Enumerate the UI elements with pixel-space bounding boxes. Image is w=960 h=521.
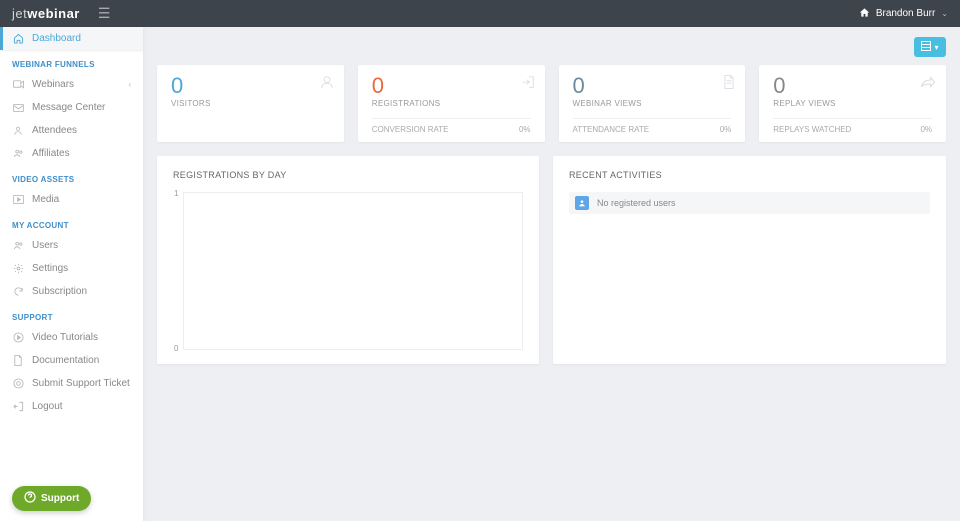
stat-value: 0 (372, 75, 531, 97)
sidebar-label: Affiliates (32, 148, 70, 159)
brand-logo: jetwebinar (12, 6, 80, 21)
sidebar: Dashboard WEBINAR FUNNELS Webinars ‹ Mes… (0, 27, 143, 521)
sidebar-item-affiliates[interactable]: Affiliates (0, 142, 143, 165)
stat-webinar-views: 0 WEBINAR VIEWS ATTENDANCE RATE 0% (559, 65, 746, 142)
stat-sub-value: 0% (720, 125, 732, 134)
gear-icon (12, 263, 24, 274)
activity-empty-row: No registered users (569, 192, 930, 214)
envelope-icon (12, 104, 24, 112)
stat-replay-views: 0 REPLAY VIEWS REPLAYS WATCHED 0% (759, 65, 946, 142)
sidebar-item-webinars[interactable]: Webinars ‹ (0, 73, 143, 96)
brand-thin: jet (12, 6, 27, 21)
sidebar-section-account: MY ACCOUNT (0, 211, 143, 234)
sidebar-item-subscription[interactable]: Subscription (0, 280, 143, 303)
sidebar-section-assets: VIDEO ASSETS (0, 165, 143, 188)
sidebar-item-attendees[interactable]: Attendees (0, 119, 143, 142)
toolbar: ▾ (157, 37, 946, 57)
sidebar-item-message-center[interactable]: Message Center (0, 96, 143, 119)
sidebar-label: Attendees (32, 125, 77, 136)
stat-label: VISITORS (171, 99, 330, 108)
sidebar-label: Media (32, 194, 59, 205)
main-content: ▾ 0 VISITORS 0 REGISTRATIONS CONVERSION … (143, 27, 960, 521)
sidebar-label: Subscription (32, 286, 87, 297)
users-icon (12, 148, 24, 159)
stat-sub-value: 0% (920, 125, 932, 134)
chart-y-min: 0 (174, 344, 178, 353)
video-icon (12, 80, 24, 89)
panels-row: REGISTRATIONS BY DAY 1 0 RECENT ACTIVITI… (157, 156, 946, 364)
logout-icon (12, 401, 24, 412)
sidebar-item-documentation[interactable]: Documentation (0, 349, 143, 372)
sidebar-label: Submit Support Ticket (32, 378, 130, 389)
sidebar-label: Video Tutorials (32, 332, 98, 343)
stat-sub-label: CONVERSION RATE (372, 125, 449, 134)
panel-title: REGISTRATIONS BY DAY (173, 170, 523, 180)
sidebar-item-media[interactable]: Media (0, 188, 143, 211)
sidebar-item-video-tutorials[interactable]: Video Tutorials (0, 326, 143, 349)
chart-y-max: 1 (174, 189, 178, 198)
sidebar-label: Message Center (32, 102, 105, 113)
sidebar-item-users[interactable]: Users (0, 234, 143, 257)
support-label: Support (41, 493, 79, 504)
login-icon (521, 75, 535, 94)
stat-registrations: 0 REGISTRATIONS CONVERSION RATE 0% (358, 65, 545, 142)
stat-visitors: 0 VISITORS (157, 65, 344, 142)
sidebar-item-settings[interactable]: Settings (0, 257, 143, 280)
user-icon (12, 125, 24, 136)
sidebar-item-logout[interactable]: Logout (0, 395, 143, 418)
topbar: jetwebinar ☰ Brandon Burr ⌄ (0, 0, 960, 27)
user-menu[interactable]: Brandon Burr ⌄ (859, 7, 948, 21)
sidebar-section-funnels: WEBINAR FUNNELS (0, 50, 143, 73)
stat-sub-value: 0% (519, 125, 531, 134)
stat-label: WEBINAR VIEWS (573, 99, 732, 108)
sidebar-item-submit-ticket[interactable]: Submit Support Ticket (0, 372, 143, 395)
document-icon (723, 75, 735, 94)
stat-sub-label: REPLAYS WATCHED (773, 125, 851, 134)
play-circle-icon (12, 332, 24, 343)
stats-row: 0 VISITORS 0 REGISTRATIONS CONVERSION RA… (157, 65, 946, 142)
stat-sub-label: ATTENDANCE RATE (573, 125, 650, 134)
sidebar-item-dashboard[interactable]: Dashboard (0, 27, 143, 50)
sidebar-label: Documentation (32, 355, 99, 366)
user-name: Brandon Burr (876, 8, 935, 19)
refresh-icon (12, 286, 24, 297)
stat-value: 0 (573, 75, 732, 97)
sidebar-label: Logout (32, 401, 63, 412)
stat-label: REGISTRATIONS (372, 99, 531, 108)
sidebar-label: Dashboard (32, 33, 81, 44)
home-icon (859, 7, 870, 21)
registrations-chart: 1 0 (183, 192, 523, 350)
chevron-down-icon: ▾ (934, 43, 938, 52)
sidebar-section-support: SUPPORT (0, 303, 143, 326)
grid-icon (921, 38, 931, 56)
user-badge-icon (575, 196, 589, 210)
panel-registrations-chart: REGISTRATIONS BY DAY 1 0 (157, 156, 539, 364)
profile-icon (320, 75, 334, 94)
sidebar-label: Settings (32, 263, 68, 274)
sidebar-label: Users (32, 240, 58, 251)
life-ring-icon (12, 378, 24, 389)
share-icon (920, 75, 936, 93)
chevron-left-icon: ‹ (128, 80, 131, 89)
document-icon (12, 355, 24, 366)
support-button[interactable]: Support (12, 486, 91, 511)
media-icon (12, 195, 24, 204)
home-outline-icon (12, 33, 24, 44)
stat-value: 0 (171, 75, 330, 97)
panel-title: RECENT ACTIVITIES (569, 170, 930, 180)
stat-label: REPLAY VIEWS (773, 99, 932, 108)
users-icon (12, 240, 24, 251)
sidebar-label: Webinars (32, 79, 74, 90)
help-icon (24, 491, 36, 506)
stat-value: 0 (773, 75, 932, 97)
hamburger-icon[interactable]: ☰ (98, 5, 111, 22)
brand-bold: webinar (27, 6, 80, 21)
activity-text: No registered users (597, 198, 676, 208)
chevron-down-icon: ⌄ (941, 9, 948, 18)
layout-toggle-button[interactable]: ▾ (914, 37, 946, 57)
panel-recent-activities: RECENT ACTIVITIES No registered users (553, 156, 946, 364)
